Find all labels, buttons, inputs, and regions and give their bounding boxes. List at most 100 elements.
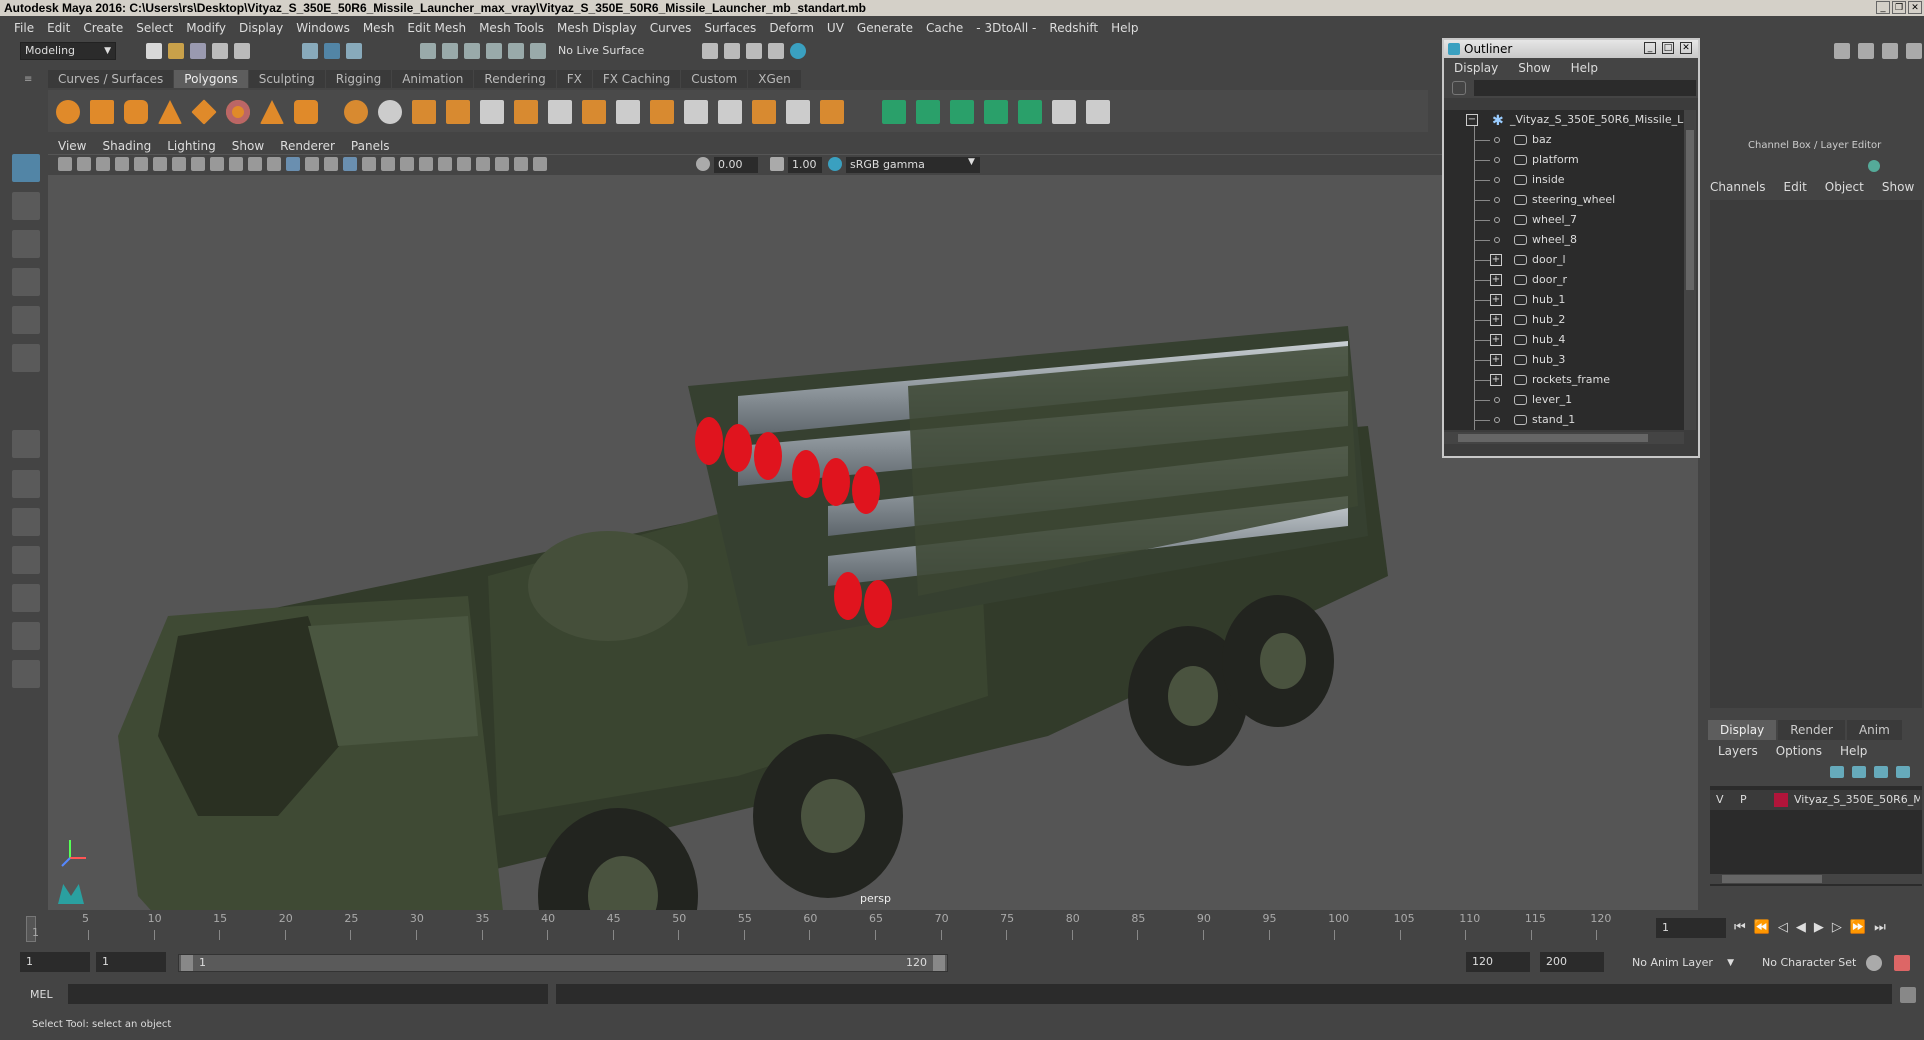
four-view-layout-icon[interactable] <box>12 470 40 498</box>
paint-select-tool-icon[interactable] <box>12 230 40 258</box>
wireframe-icon[interactable] <box>267 157 281 171</box>
menu-edit-mesh[interactable]: Edit Mesh <box>407 21 466 35</box>
outliner-item-wheel-7[interactable]: wheel_7 <box>1444 210 1684 230</box>
menu-curves[interactable]: Curves <box>650 21 692 35</box>
close-icon[interactable]: ✕ <box>1908 1 1922 14</box>
anti-aliasing-icon[interactable] <box>438 157 452 171</box>
scrollbar-thumb[interactable] <box>1722 875 1822 883</box>
slide-edge-icon[interactable] <box>820 100 844 124</box>
outliner-menu-display[interactable]: Display <box>1454 61 1498 75</box>
safe-title-icon[interactable] <box>248 157 262 171</box>
minimize-icon[interactable]: _ <box>1644 42 1656 54</box>
display-layer-row[interactable]: V P Vityaz_S_350E_50R6_M <box>1710 790 1922 810</box>
poly-sphere-icon[interactable] <box>56 100 80 124</box>
menu-deform[interactable]: Deform <box>769 21 814 35</box>
camera-attributes-icon[interactable] <box>77 157 91 171</box>
bevel-icon[interactable] <box>582 100 606 124</box>
combine-icon[interactable] <box>344 100 368 124</box>
poly-cylinder-icon[interactable] <box>124 100 148 124</box>
modeling-toolkit-icon[interactable] <box>1834 43 1850 59</box>
poly-cube-icon[interactable] <box>90 100 114 124</box>
target-weld-icon[interactable] <box>718 100 742 124</box>
persp-graph-outliner-layout-icon[interactable] <box>12 622 40 650</box>
shelf-tab-sculpting[interactable]: Sculpting <box>248 70 325 88</box>
use-all-lights-icon[interactable] <box>362 157 376 171</box>
smooth-shade-icon[interactable] <box>286 157 300 171</box>
xray-components-icon[interactable] <box>533 157 547 171</box>
fill-hole-icon[interactable] <box>650 100 674 124</box>
outliner-item-steering-wheel[interactable]: steering_wheel <box>1444 190 1684 210</box>
channel-box-menu-channels[interactable]: Channels <box>1710 180 1766 194</box>
automatic-map-icon[interactable] <box>984 100 1008 124</box>
snap-grid-icon[interactable] <box>420 43 436 59</box>
snap-surface-icon[interactable] <box>530 43 546 59</box>
outliner-item-inside[interactable]: inside <box>1444 170 1684 190</box>
outliner-title-bar[interactable]: Outliner _ □ ✕ <box>1444 40 1698 58</box>
menu-mesh-tools[interactable]: Mesh Tools <box>479 21 544 35</box>
menu-redshift[interactable]: Redshift <box>1049 21 1098 35</box>
menu-uv[interactable]: UV <box>827 21 844 35</box>
layer-list[interactable]: V P Vityaz_S_350E_50R6_M <box>1710 786 1922 886</box>
grid-icon[interactable] <box>134 157 148 171</box>
depth-of-field-icon[interactable] <box>457 157 471 171</box>
shelf-menu-icon[interactable]: ≡ <box>24 74 34 85</box>
extrude-icon[interactable] <box>514 100 538 124</box>
outliner-window[interactable]: Outliner _ □ ✕ Display Show Help − ✱ _Vi… <box>1442 38 1700 458</box>
menu-windows[interactable]: Windows <box>296 21 350 35</box>
ambient-occlusion-icon[interactable] <box>400 157 414 171</box>
range-end-handle[interactable] <box>933 955 945 971</box>
expand-icon[interactable]: + <box>1490 354 1502 366</box>
select-tool-icon[interactable] <box>12 154 40 182</box>
expand-icon[interactable]: + <box>1490 254 1502 266</box>
scrollbar-thumb[interactable] <box>1686 130 1694 290</box>
menu-modify[interactable]: Modify <box>186 21 226 35</box>
image-plane-icon[interactable] <box>115 157 129 171</box>
layer-tab-display[interactable]: Display <box>1708 720 1777 740</box>
outliner-item-hub-3[interactable]: + hub_3 <box>1444 350 1684 370</box>
playback-start-field[interactable]: 1 <box>96 952 166 972</box>
scrollbar-thumb[interactable] <box>1458 434 1648 442</box>
menu-file[interactable]: File <box>14 21 34 35</box>
outliner-item-baz[interactable]: baz <box>1444 130 1684 150</box>
move-tool-icon[interactable] <box>12 268 40 296</box>
select-hierarchy-icon[interactable] <box>302 43 318 59</box>
color-management-icon[interactable] <box>828 157 842 171</box>
outliner-item-door-l[interactable]: + door_l <box>1444 250 1684 270</box>
persp-graph-layout-icon[interactable] <box>12 546 40 574</box>
shelf-tab-fx[interactable]: FX <box>556 70 592 88</box>
spherical-map-icon[interactable] <box>950 100 974 124</box>
character-set-dropdown[interactable]: No Character Set <box>1756 954 1882 972</box>
play-backwards-icon[interactable]: ◀ <box>1796 920 1806 935</box>
menu-create[interactable]: Create <box>83 21 123 35</box>
shelf-tab-xgen[interactable]: XGen <box>748 70 801 88</box>
play-forwards-icon[interactable]: ▶ <box>1814 920 1824 935</box>
redo-icon[interactable] <box>234 43 250 59</box>
viewport-menu-show[interactable]: Show <box>232 139 264 153</box>
step-back-key-icon[interactable]: ⏪ <box>1754 920 1770 935</box>
layer-menu-options[interactable]: Options <box>1776 744 1822 758</box>
attribute-editor-icon[interactable] <box>1858 43 1874 59</box>
menu-edit[interactable]: Edit <box>47 21 70 35</box>
persp-outliner-layout-icon[interactable] <box>12 508 40 536</box>
outliner-search-input[interactable] <box>1474 80 1696 96</box>
separate-icon[interactable] <box>378 100 402 124</box>
channel-box-menu-edit[interactable]: Edit <box>1784 180 1807 194</box>
go-to-start-icon[interactable]: ⏮ <box>1734 920 1746 935</box>
quad-draw-icon[interactable] <box>786 100 810 124</box>
isolate-select-icon[interactable] <box>476 157 490 171</box>
viewport-menu-lighting[interactable]: Lighting <box>167 139 216 153</box>
custom-layout-icon[interactable] <box>12 660 40 688</box>
uv-checker-icon[interactable] <box>1052 100 1076 124</box>
snap-live-icon[interactable] <box>508 43 524 59</box>
channel-box-area[interactable] <box>1710 200 1922 708</box>
range-start-handle[interactable] <box>181 955 193 971</box>
exposure-icon[interactable] <box>696 157 710 171</box>
new-scene-icon[interactable] <box>146 43 162 59</box>
menu-3dtoall[interactable]: - 3DtoAll - <box>976 21 1036 35</box>
outliner-menu-help[interactable]: Help <box>1571 61 1598 75</box>
outliner-item-rockets-frame[interactable]: + rockets_frame <box>1444 370 1684 390</box>
time-slider[interactable]: 1 5 10 15 20 25 30 35 40 45 50 55 60 65 70 75 80 85 90 95 1… <box>20 912 1640 946</box>
outliner-item-stand-1[interactable]: stand_1 <box>1444 410 1684 430</box>
layer-menu-layers[interactable]: Layers <box>1718 744 1758 758</box>
layer-tab-anim[interactable]: Anim <box>1846 720 1902 740</box>
